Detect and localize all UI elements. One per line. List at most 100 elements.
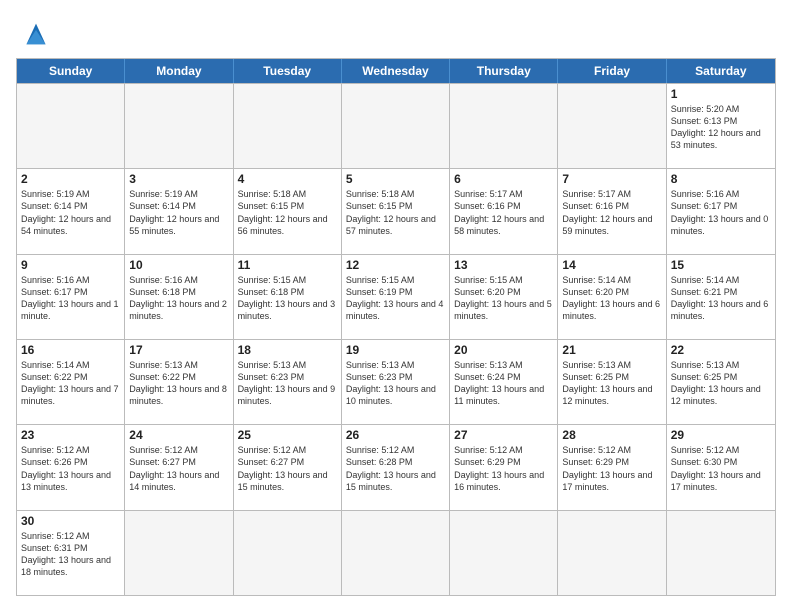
calendar-day-10: 10 Sunrise: 5:16 AMSunset: 6:18 PMDayligh…	[125, 255, 233, 339]
day-sun-info: Sunrise: 5:13 AMSunset: 6:25 PMDaylight:…	[562, 359, 661, 408]
calendar-day-19: 19 Sunrise: 5:13 AMSunset: 6:23 PMDayligh…	[342, 340, 450, 424]
calendar-day-empty	[234, 511, 342, 595]
day-sun-info: Sunrise: 5:17 AMSunset: 6:16 PMDaylight:…	[454, 188, 553, 237]
day-sun-info: Sunrise: 5:15 AMSunset: 6:18 PMDaylight:…	[238, 274, 337, 323]
day-sun-info: Sunrise: 5:14 AMSunset: 6:21 PMDaylight:…	[671, 274, 771, 323]
day-number: 18	[238, 343, 337, 357]
day-number: 10	[129, 258, 228, 272]
calendar-day-empty	[558, 511, 666, 595]
day-sun-info: Sunrise: 5:12 AMSunset: 6:29 PMDaylight:…	[562, 444, 661, 493]
calendar-body: 1 Sunrise: 5:20 AMSunset: 6:13 PMDaylight…	[17, 83, 775, 595]
day-number: 8	[671, 172, 771, 186]
day-number: 22	[671, 343, 771, 357]
day-number: 6	[454, 172, 553, 186]
weekday-header-saturday: Saturday	[667, 59, 775, 83]
calendar-day-7: 7 Sunrise: 5:17 AMSunset: 6:16 PMDaylight…	[558, 169, 666, 253]
day-sun-info: Sunrise: 5:14 AMSunset: 6:22 PMDaylight:…	[21, 359, 120, 408]
day-number: 12	[346, 258, 445, 272]
calendar-day-empty	[125, 511, 233, 595]
calendar-day-20: 20 Sunrise: 5:13 AMSunset: 6:24 PMDayligh…	[450, 340, 558, 424]
calendar-day-29: 29Sunrise: 5:12 AMSunset: 6:30 PMDayligh…	[667, 425, 775, 509]
calendar-day-27: 27 Sunrise: 5:12 AMSunset: 6:29 PMDayligh…	[450, 425, 558, 509]
day-sun-info: Sunrise: 5:15 AMSunset: 6:20 PMDaylight:…	[454, 274, 553, 323]
day-number: 14	[562, 258, 661, 272]
day-number: 4	[238, 172, 337, 186]
day-sun-info: Sunrise: 5:12 AMSunset: 6:29 PMDaylight:…	[454, 444, 553, 493]
calendar-day-3: 3 Sunrise: 5:19 AMSunset: 6:14 PMDaylight…	[125, 169, 233, 253]
calendar-day-empty	[558, 84, 666, 168]
calendar-day-17: 17Sunrise: 5:13 AMSunset: 6:22 PMDayligh…	[125, 340, 233, 424]
weekday-header-tuesday: Tuesday	[234, 59, 342, 83]
calendar-day-empty	[667, 511, 775, 595]
calendar-day-empty	[450, 511, 558, 595]
calendar-day-15: 15Sunrise: 5:14 AMSunset: 6:21 PMDayligh…	[667, 255, 775, 339]
calendar-day-26: 26Sunrise: 5:12 AMSunset: 6:28 PMDayligh…	[342, 425, 450, 509]
day-sun-info: Sunrise: 5:19 AMSunset: 6:14 PMDaylight:…	[21, 188, 120, 237]
day-number: 23	[21, 428, 120, 442]
calendar-day-11: 11 Sunrise: 5:15 AMSunset: 6:18 PMDayligh…	[234, 255, 342, 339]
day-number: 5	[346, 172, 445, 186]
day-sun-info: Sunrise: 5:16 AMSunset: 6:17 PMDaylight:…	[21, 274, 120, 323]
day-number: 7	[562, 172, 661, 186]
calendar-day-empty	[17, 84, 125, 168]
day-sun-info: Sunrise: 5:20 AMSunset: 6:13 PMDaylight:…	[671, 103, 771, 152]
day-number: 20	[454, 343, 553, 357]
day-sun-info: Sunrise: 5:17 AMSunset: 6:16 PMDaylight:…	[562, 188, 661, 237]
day-sun-info: Sunrise: 5:16 AMSunset: 6:17 PMDaylight:…	[671, 188, 771, 237]
day-number: 1	[671, 87, 771, 101]
day-number: 17	[129, 343, 228, 357]
day-number: 21	[562, 343, 661, 357]
calendar-day-23: 23 Sunrise: 5:12 AMSunset: 6:26 PMDayligh…	[17, 425, 125, 509]
calendar-day-24: 24Sunrise: 5:12 AMSunset: 6:27 PMDayligh…	[125, 425, 233, 509]
calendar-day-4: 4 Sunrise: 5:18 AMSunset: 6:15 PMDaylight…	[234, 169, 342, 253]
day-number: 2	[21, 172, 120, 186]
calendar-day-21: 21 Sunrise: 5:13 AMSunset: 6:25 PMDayligh…	[558, 340, 666, 424]
weekday-header-thursday: Thursday	[450, 59, 558, 83]
weekday-header-monday: Monday	[125, 59, 233, 83]
calendar-day-14: 14Sunrise: 5:14 AMSunset: 6:20 PMDayligh…	[558, 255, 666, 339]
calendar-week-4: 16Sunrise: 5:14 AMSunset: 6:22 PMDayligh…	[17, 339, 775, 424]
day-number: 19	[346, 343, 445, 357]
day-sun-info: Sunrise: 5:13 AMSunset: 6:25 PMDaylight:…	[671, 359, 771, 408]
day-sun-info: Sunrise: 5:18 AMSunset: 6:15 PMDaylight:…	[346, 188, 445, 237]
calendar-day-empty	[125, 84, 233, 168]
weekday-header-sunday: Sunday	[17, 59, 125, 83]
day-number: 3	[129, 172, 228, 186]
day-sun-info: Sunrise: 5:13 AMSunset: 6:23 PMDaylight:…	[346, 359, 445, 408]
calendar-day-empty	[450, 84, 558, 168]
day-sun-info: Sunrise: 5:13 AMSunset: 6:23 PMDaylight:…	[238, 359, 337, 408]
calendar-day-empty	[342, 84, 450, 168]
day-number: 29	[671, 428, 771, 442]
header	[16, 16, 776, 50]
weekday-header-wednesday: Wednesday	[342, 59, 450, 83]
day-sun-info: Sunrise: 5:13 AMSunset: 6:24 PMDaylight:…	[454, 359, 553, 408]
calendar-day-2: 2 Sunrise: 5:19 AMSunset: 6:14 PMDaylight…	[17, 169, 125, 253]
day-sun-info: Sunrise: 5:18 AMSunset: 6:15 PMDaylight:…	[238, 188, 337, 237]
day-sun-info: Sunrise: 5:12 AMSunset: 6:31 PMDaylight:…	[21, 530, 120, 579]
calendar-week-1: 1 Sunrise: 5:20 AMSunset: 6:13 PMDaylight…	[17, 83, 775, 168]
day-sun-info: Sunrise: 5:12 AMSunset: 6:26 PMDaylight:…	[21, 444, 120, 493]
calendar-day-22: 22 Sunrise: 5:13 AMSunset: 6:25 PMDayligh…	[667, 340, 775, 424]
day-sun-info: Sunrise: 5:19 AMSunset: 6:14 PMDaylight:…	[129, 188, 228, 237]
calendar-header-row: SundayMondayTuesdayWednesdayThursdayFrid…	[17, 59, 775, 83]
calendar-week-2: 2 Sunrise: 5:19 AMSunset: 6:14 PMDaylight…	[17, 168, 775, 253]
calendar-day-6: 6 Sunrise: 5:17 AMSunset: 6:16 PMDaylight…	[450, 169, 558, 253]
day-number: 13	[454, 258, 553, 272]
day-number: 11	[238, 258, 337, 272]
day-number: 24	[129, 428, 228, 442]
calendar-week-3: 9 Sunrise: 5:16 AMSunset: 6:17 PMDaylight…	[17, 254, 775, 339]
calendar-day-empty	[342, 511, 450, 595]
calendar-day-empty	[234, 84, 342, 168]
calendar-week-6: 30Sunrise: 5:12 AMSunset: 6:31 PMDayligh…	[17, 510, 775, 595]
calendar-day-8: 8 Sunrise: 5:16 AMSunset: 6:17 PMDaylight…	[667, 169, 775, 253]
day-number: 28	[562, 428, 661, 442]
day-sun-info: Sunrise: 5:15 AMSunset: 6:19 PMDaylight:…	[346, 274, 445, 323]
day-number: 9	[21, 258, 120, 272]
calendar-day-30: 30Sunrise: 5:12 AMSunset: 6:31 PMDayligh…	[17, 511, 125, 595]
calendar-week-5: 23 Sunrise: 5:12 AMSunset: 6:26 PMDayligh…	[17, 424, 775, 509]
day-number: 27	[454, 428, 553, 442]
calendar-day-1: 1 Sunrise: 5:20 AMSunset: 6:13 PMDaylight…	[667, 84, 775, 168]
day-sun-info: Sunrise: 5:12 AMSunset: 6:27 PMDaylight:…	[238, 444, 337, 493]
weekday-header-friday: Friday	[558, 59, 666, 83]
day-sun-info: Sunrise: 5:16 AMSunset: 6:18 PMDaylight:…	[129, 274, 228, 323]
